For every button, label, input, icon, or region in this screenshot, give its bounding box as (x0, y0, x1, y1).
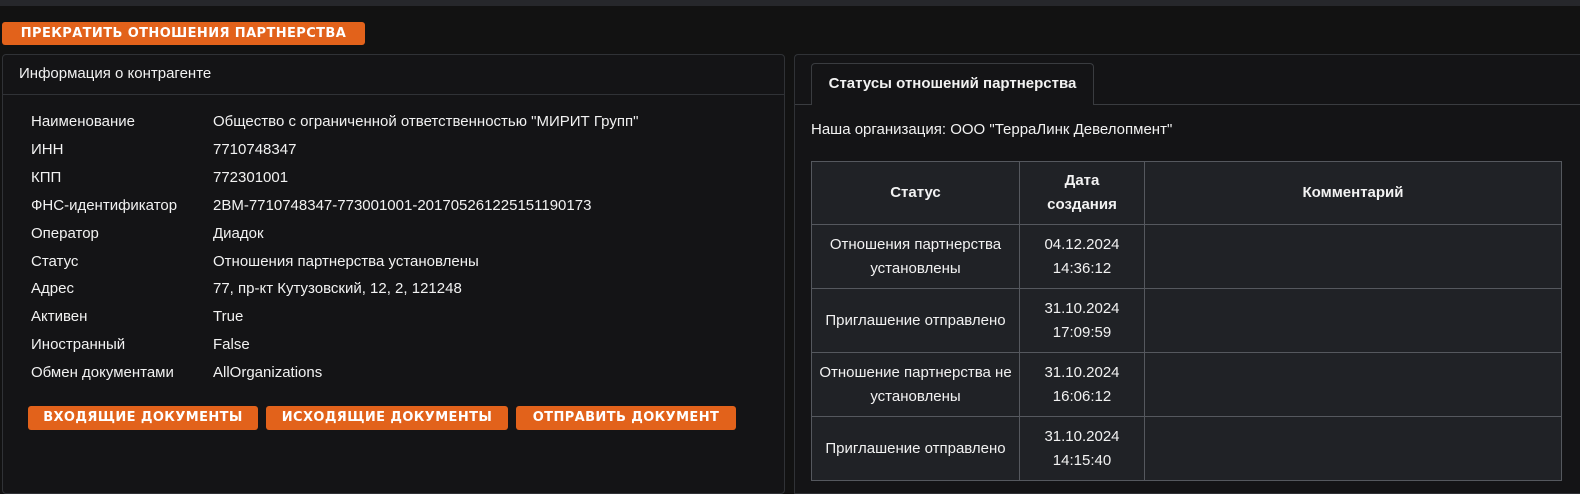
info-value: 77, пр-кт Кутузовский, 12, 2, 121248 (213, 280, 462, 297)
info-label: Оператор (31, 225, 99, 242)
time-value: 17:09:59 (1052, 323, 1112, 341)
comment-cell (1144, 416, 1562, 481)
info-value: Диадок (213, 225, 264, 242)
date-cell: 31.10.2024 17:09:59 (1019, 288, 1145, 353)
table-row: Приглашение отправлено 31.10.2024 14:15:4… (811, 416, 1562, 481)
info-value: False (213, 336, 250, 353)
info-value: 2BM-7710748347-773001001-201705261225151… (213, 197, 592, 214)
info-label: Активен (31, 308, 88, 325)
date-value: 04.12.2024 (1044, 235, 1120, 253)
incoming-documents-button[interactable]: ВХОДЯЩИЕ ДОКУМЕНТЫ (28, 406, 258, 430)
our-organization: Наша организация: ООО "ТерраЛинк Девелоп… (811, 121, 1173, 138)
date-value: 31.10.2024 (1044, 299, 1120, 317)
status-cell: Отношение партнерства не установлены (811, 352, 1020, 417)
date-cell: 04.12.2024 14:36:12 (1019, 224, 1145, 289)
terminate-partnership-button[interactable]: ПРЕКРАТИТЬ ОТНОШЕНИЯ ПАРТНЕРСТВА (2, 22, 365, 45)
info-label: КПП (31, 169, 62, 186)
comment-cell (1144, 224, 1562, 289)
counterparty-info-panel: Информация о контрагенте Наименование Об… (2, 54, 785, 494)
date-value: 31.10.2024 (1044, 363, 1120, 381)
time-value: 14:15:40 (1052, 451, 1112, 469)
column-header-status[interactable]: Статус (811, 161, 1020, 225)
date-value: 31.10.2024 (1044, 427, 1120, 445)
info-value: Отношения партнерства установлены (213, 253, 479, 270)
comment-cell (1144, 352, 1562, 417)
date-cell: 31.10.2024 14:15:40 (1019, 416, 1145, 481)
column-header-comment[interactable]: Комментарий (1144, 161, 1562, 225)
info-label: Наименование (31, 113, 135, 130)
info-value: True (213, 308, 244, 325)
info-value: 772301001 (213, 169, 289, 186)
table-header-row: Статус Дата создания Комментарий (811, 161, 1562, 225)
info-label: ФНС-идентификатор (31, 197, 178, 214)
table-row: Приглашение отправлено 31.10.2024 17:09:5… (811, 288, 1562, 353)
table-row: Отношения партнерства установлены 04.12.… (811, 224, 1562, 289)
time-value: 16:06:12 (1052, 387, 1112, 405)
send-document-button[interactable]: ОТПРАВИТЬ ДОКУМЕНТ (516, 406, 736, 430)
counterparty-info-title: Информация о контрагенте (3, 55, 784, 95)
status-cell: Приглашение отправлено (811, 288, 1020, 353)
tab-partnership-statuses[interactable]: Статусы отношений партнерства (811, 63, 1094, 105)
statuses-table: Статус Дата создания Комментарий Отношен… (811, 161, 1562, 481)
info-label: ИНН (31, 141, 64, 158)
info-value: AllOrganizations (213, 364, 323, 381)
info-label: Адрес (31, 280, 74, 297)
info-label: Обмен документами (31, 364, 174, 381)
status-cell: Отношения партнерства установлены (811, 224, 1020, 289)
info-value: 7710748347 (213, 141, 297, 158)
date-cell: 31.10.2024 16:06:12 (1019, 352, 1145, 417)
info-label: Иностранный (31, 336, 126, 353)
top-bar (0, 0, 1580, 6)
column-header-date-label: Дата создания (1047, 172, 1117, 213)
info-value: Общество с ограниченной ответственностью… (213, 113, 639, 130)
comment-cell (1144, 288, 1562, 353)
table-row: Отношение партнерства не установлены 31.… (811, 352, 1562, 417)
status-cell: Приглашение отправлено (811, 416, 1020, 481)
column-header-date[interactable]: Дата создания (1019, 161, 1145, 225)
partnership-statuses-panel: Статусы отношений партнерства Наша орган… (794, 54, 1580, 494)
time-value: 14:36:12 (1052, 259, 1112, 277)
outgoing-documents-button[interactable]: ИСХОДЯЩИЕ ДОКУМЕНТЫ (266, 406, 508, 430)
info-label: Статус (31, 253, 79, 270)
